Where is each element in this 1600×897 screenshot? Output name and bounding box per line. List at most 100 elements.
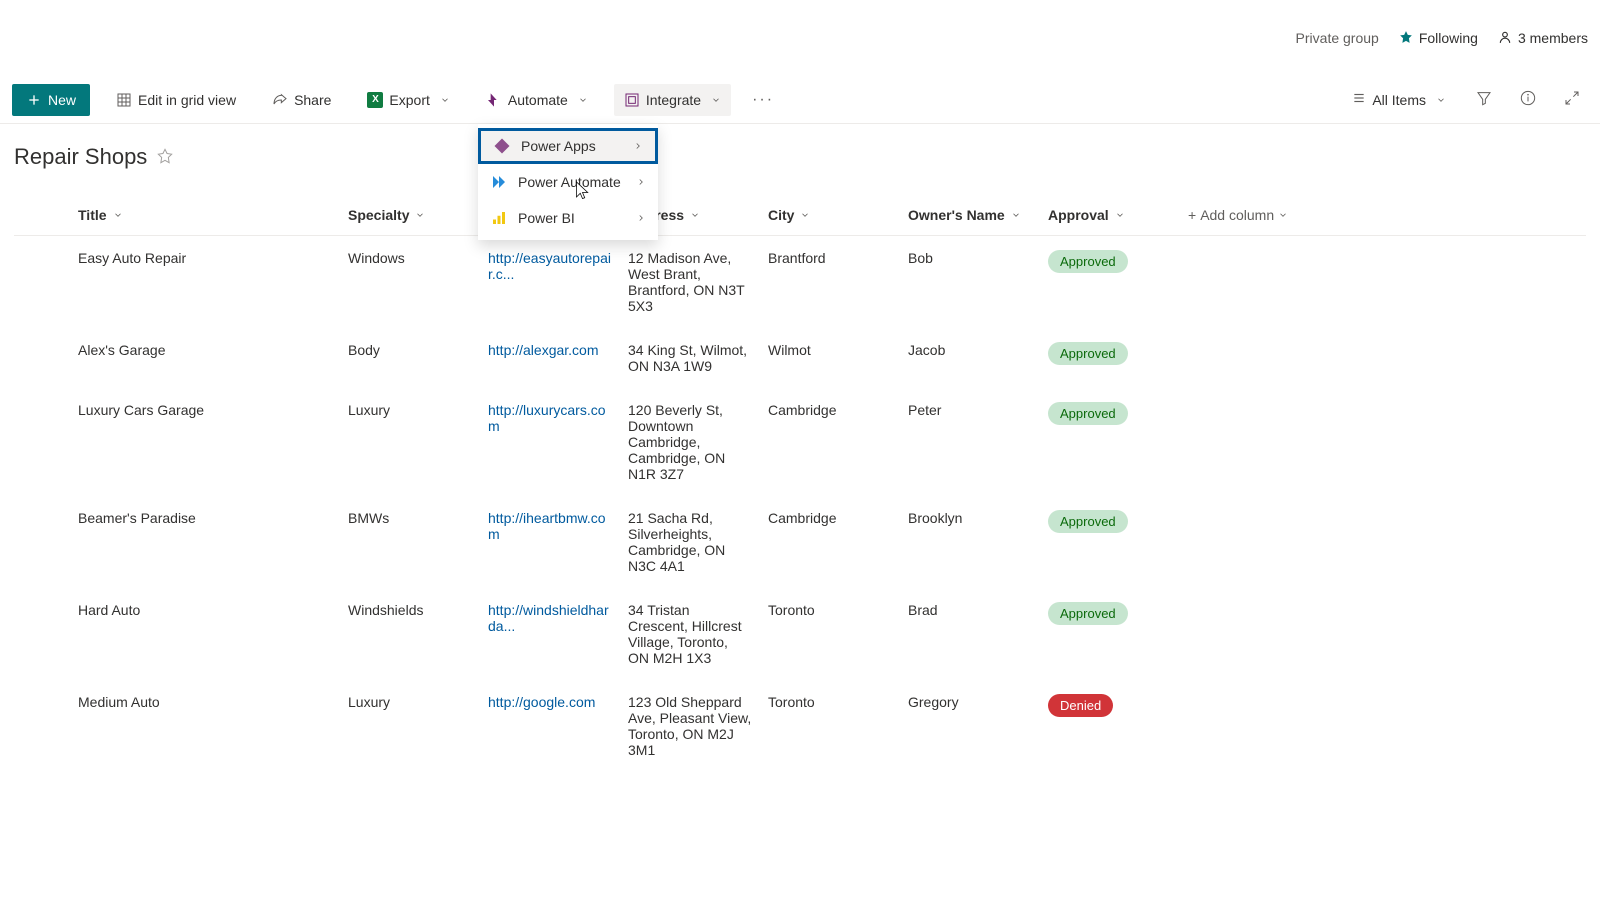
cell-website: http://luxurycars.com (480, 402, 620, 434)
website-link[interactable]: http://windshieldharda... (488, 602, 609, 634)
cell-city: Brantford (760, 250, 900, 266)
filter-icon (1476, 90, 1492, 109)
cell-address: 120 Beverly St, Downtown Cambridge, Camb… (620, 402, 760, 482)
column-approval[interactable]: Approval (1040, 207, 1180, 223)
integrate-power-bi-item[interactable]: Power BI (478, 200, 658, 236)
cell-city: Toronto (760, 602, 900, 618)
column-owner[interactable]: Owner's Name (900, 207, 1040, 223)
approval-badge: Approved (1048, 342, 1128, 365)
filter-button[interactable] (1468, 84, 1500, 116)
approval-badge: Approved (1048, 402, 1128, 425)
share-button[interactable]: Share (262, 84, 341, 116)
add-column-button[interactable]: + Add column (1180, 207, 1586, 223)
cell-approval: Denied (1040, 694, 1180, 717)
integrate-power-apps-item[interactable]: Power Apps (478, 128, 658, 164)
cell-specialty: Windshields (340, 602, 480, 618)
cell-address: 34 King St, Wilmot, ON N3A 1W9 (620, 342, 760, 374)
share-icon (272, 92, 288, 108)
chevron-down-icon (711, 95, 721, 105)
info-icon (1520, 90, 1536, 109)
column-city[interactable]: City (760, 207, 900, 223)
table-row[interactable]: Hard Auto Windshields http://windshieldh… (14, 588, 1586, 680)
chevron-right-icon (636, 177, 646, 187)
plus-icon (26, 92, 42, 108)
cell-title[interactable]: Medium Auto (70, 694, 340, 710)
cell-city: Toronto (760, 694, 900, 710)
approval-badge: Approved (1048, 602, 1128, 625)
list-view-icon (1352, 91, 1366, 108)
cell-city: Wilmot (760, 342, 900, 358)
cell-specialty: Body (340, 342, 480, 358)
cell-approval: Approved (1040, 510, 1180, 533)
expand-button[interactable] (1556, 84, 1588, 116)
more-options-button[interactable]: ··· (747, 84, 779, 116)
cell-specialty: Luxury (340, 694, 480, 710)
integrate-dropdown: Power Apps Power Automate Power BI (478, 124, 658, 240)
star-outline-icon (157, 148, 173, 164)
cell-title[interactable]: Hard Auto (70, 602, 340, 618)
excel-icon: X (367, 92, 383, 108)
table-row[interactable]: Luxury Cars Garage Luxury http://luxuryc… (14, 388, 1586, 496)
cell-owner: Jacob (900, 342, 1040, 358)
integrate-power-automate-item[interactable]: Power Automate (478, 164, 658, 200)
chevron-down-icon (1115, 210, 1125, 220)
list-table: Title Specialty Website Address City (14, 194, 1586, 772)
members-button[interactable]: 3 members (1498, 30, 1588, 47)
chevron-down-icon (113, 210, 123, 220)
cell-specialty: Windows (340, 250, 480, 266)
cell-website: http://google.com (480, 694, 620, 710)
cell-approval: Approved (1040, 342, 1180, 365)
website-link[interactable]: http://iheartbmw.com (488, 510, 606, 542)
power-automate-icon (490, 173, 508, 191)
cell-website: http://iheartbmw.com (480, 510, 620, 542)
cell-title[interactable]: Alex's Garage (70, 342, 340, 358)
following-button[interactable]: Following (1399, 30, 1478, 47)
column-title[interactable]: Title (70, 207, 340, 223)
cell-title[interactable]: Beamer's Paradise (70, 510, 340, 526)
cell-city: Cambridge (760, 510, 900, 526)
list-title: Repair Shops (14, 144, 147, 170)
table-row[interactable]: Alex's Garage Body http://alexgar.com 34… (14, 328, 1586, 388)
chevron-down-icon (415, 210, 425, 220)
website-link[interactable]: http://luxurycars.com (488, 402, 606, 434)
cell-specialty: Luxury (340, 402, 480, 418)
integrate-button[interactable]: Integrate (614, 84, 731, 116)
cell-address: 123 Old Sheppard Ave, Pleasant View, Tor… (620, 694, 760, 758)
chevron-down-icon (1278, 210, 1288, 220)
cell-approval: Approved (1040, 250, 1180, 273)
export-button[interactable]: X Export (357, 84, 459, 116)
view-selector-button[interactable]: All Items (1342, 84, 1456, 116)
ellipsis-icon: ··· (752, 91, 774, 109)
new-button[interactable]: New (12, 84, 90, 116)
cell-title[interactable]: Luxury Cars Garage (70, 402, 340, 418)
group-info-bar: Private group Following 3 members (1296, 0, 1600, 76)
cell-approval: Approved (1040, 402, 1180, 425)
cell-address: 12 Madison Ave, West Brant, Brantford, O… (620, 250, 760, 314)
info-button[interactable] (1512, 84, 1544, 116)
cell-owner: Brad (900, 602, 1040, 618)
column-specialty[interactable]: Specialty (340, 207, 480, 223)
chevron-down-icon (440, 95, 450, 105)
cell-address: 34 Tristan Crescent, Hillcrest Village, … (620, 602, 760, 666)
chevron-right-icon (636, 213, 646, 223)
cell-title[interactable]: Easy Auto Repair (70, 250, 340, 266)
plus-icon: + (1188, 207, 1196, 223)
chevron-down-icon (690, 210, 700, 220)
automate-button[interactable]: Automate (476, 84, 598, 116)
website-link[interactable]: http://easyautorepair.c... (488, 250, 611, 282)
website-link[interactable]: http://alexgar.com (488, 342, 599, 358)
chevron-down-icon (578, 95, 588, 105)
favorite-button[interactable] (157, 148, 173, 167)
cell-website: http://easyautorepair.c... (480, 250, 620, 282)
chevron-down-icon (1011, 210, 1021, 220)
approval-badge: Denied (1048, 694, 1113, 717)
table-row[interactable]: Beamer's Paradise BMWs http://iheartbmw.… (14, 496, 1586, 588)
cell-city: Cambridge (760, 402, 900, 418)
website-link[interactable]: http://google.com (488, 694, 595, 710)
edit-in-grid-button[interactable]: Edit in grid view (106, 84, 246, 116)
visibility-label: Private group (1296, 30, 1379, 46)
table-header-row: Title Specialty Website Address City (14, 194, 1586, 236)
table-row[interactable]: Medium Auto Luxury http://google.com 123… (14, 680, 1586, 772)
table-row[interactable]: Easy Auto Repair Windows http://easyauto… (14, 236, 1586, 328)
grid-icon (116, 92, 132, 108)
